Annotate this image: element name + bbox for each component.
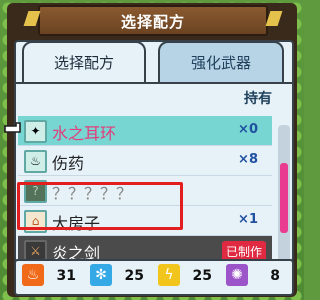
potion-icon: ♨	[24, 150, 47, 173]
resource-value: 31	[56, 268, 76, 284]
wind-icon: ✺	[226, 264, 248, 286]
tab-divider	[16, 82, 292, 84]
resource-value: 25	[192, 268, 212, 284]
recipe-row-potion[interactable]: ♨ 伤药 ×8	[18, 146, 272, 176]
owned-count: ×8	[238, 152, 258, 167]
recipe-name: 水之耳环	[52, 124, 117, 143]
dialog-title: 选择配方	[120, 13, 185, 31]
lightning-icon: ϟ	[158, 264, 180, 286]
owned-column-header: 持有	[244, 91, 272, 107]
earring-icon: ✦	[24, 120, 47, 143]
recipe-row-water-earring[interactable]: ✦ 水之耳环 ×0	[18, 116, 272, 146]
owned-count: ×1	[238, 212, 258, 227]
scrollbar-thumb[interactable]	[280, 163, 288, 233]
tab-select-recipe[interactable]: 选择配方	[22, 41, 146, 83]
owned-count: ×0	[238, 122, 258, 137]
resource-value: 25	[124, 268, 144, 284]
pointer-hand-icon	[4, 122, 21, 133]
water-icon: ✻	[90, 264, 112, 286]
tab-upgrade-weapon[interactable]: 强化武器	[158, 41, 284, 83]
fire-icon: ♨	[22, 264, 44, 286]
resource-value: 8	[270, 268, 280, 284]
resource-bar: ♨ 31 ✻ 25 ϟ 25 ✺ 8	[14, 259, 294, 296]
recipe-name: 伤药	[52, 154, 85, 173]
dialog-title-bar: 选择配方	[38, 5, 268, 36]
selection-highlight-box	[17, 182, 183, 230]
